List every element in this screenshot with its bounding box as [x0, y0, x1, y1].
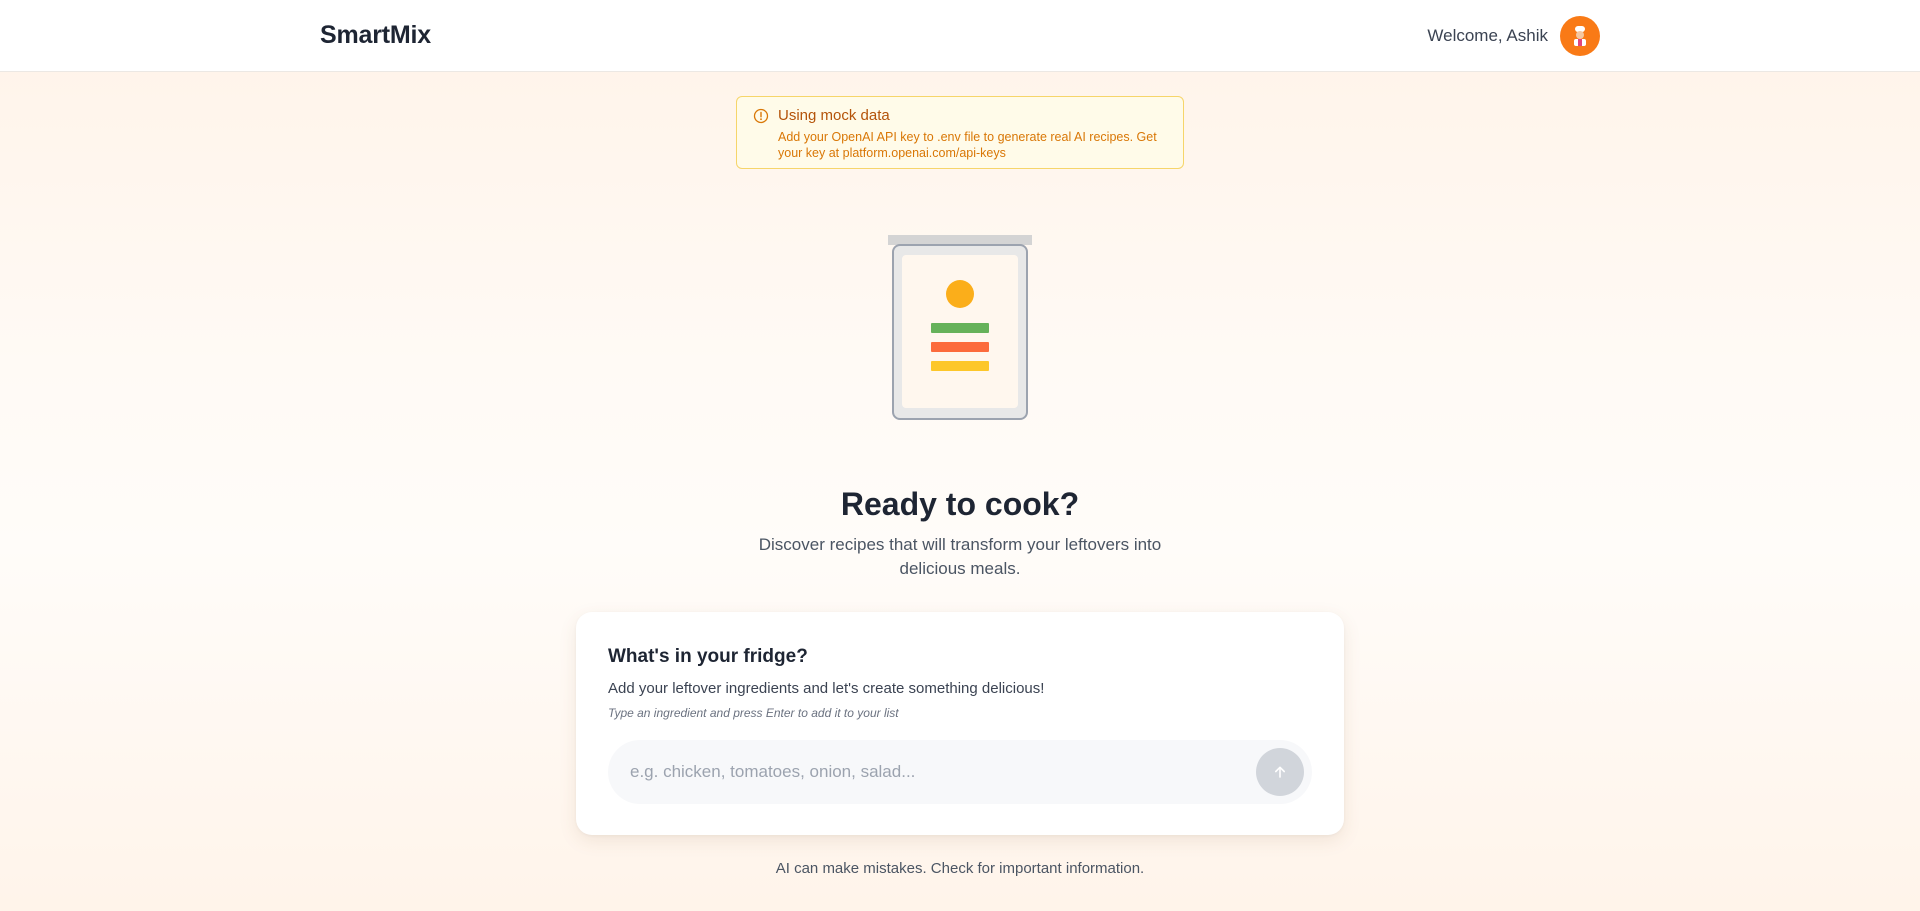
brand-logo[interactable]: SmartMix [320, 21, 431, 50]
submit-ingredient-button[interactable] [1256, 748, 1304, 796]
recipe-tablet-illustration [888, 235, 1032, 420]
input-hint: Type an ingredient and press Enter to ad… [608, 706, 899, 720]
hero-title: Ready to cook? [840, 486, 1080, 522]
notice-body: Add your OpenAI API key to .env file to … [778, 130, 1157, 160]
notice-title: Using mock data [778, 107, 890, 124]
card-title: What's in your fridge? [608, 646, 808, 667]
arrow-up-icon [1274, 766, 1285, 778]
chef-avatar-icon [1574, 26, 1586, 46]
card-description: Add your leftover ingredients and let's … [608, 680, 1045, 697]
hero-subtitle: Discover recipes that will transform you… [758, 535, 1162, 578]
info-circle-icon [753, 108, 769, 124]
ingredient-input[interactable] [630, 740, 1230, 804]
user-avatar[interactable] [1560, 16, 1600, 56]
top-navbar: SmartMix Welcome, Ashik [0, 0, 1920, 72]
welcome-text: Welcome, Ashik [1427, 26, 1548, 45]
ingredients-card: What's in your fridge? Add your leftover… [576, 612, 1344, 835]
ingredient-input-container [608, 740, 1312, 804]
ai-disclaimer: AI can make mistakes. Check for importan… [775, 860, 1145, 877]
mock-data-notice: Using mock data Add your OpenAI API key … [736, 96, 1184, 169]
